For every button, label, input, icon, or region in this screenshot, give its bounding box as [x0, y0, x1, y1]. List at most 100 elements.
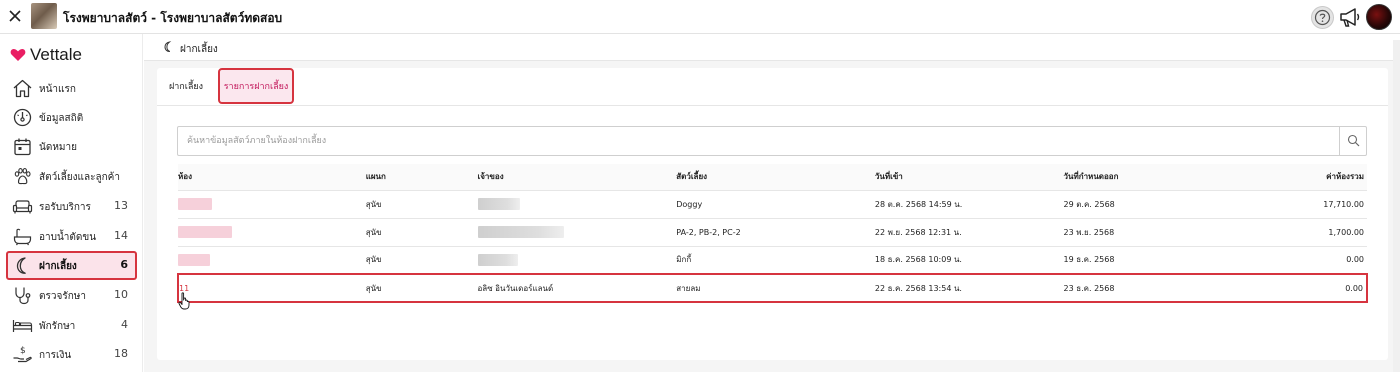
- sidebar-item-label: ตรวจรักษา: [39, 291, 86, 302]
- cell-pet: สายลม: [676, 273, 875, 303]
- column-header-room[interactable]: ห้อง: [178, 164, 366, 191]
- sidebar-item-label: การเงิน: [39, 350, 72, 361]
- sidebar-item-label: อาบน้ำตัดขน: [39, 232, 97, 243]
- column-header-pet[interactable]: สัตว์เลี้ยง: [676, 164, 875, 191]
- stethoscope-icon: [15, 287, 31, 305]
- sidebar-item-count: 4: [121, 318, 128, 331]
- sidebar-item-finance[interactable]: $ การเงิน 18: [6, 340, 137, 369]
- user-avatar[interactable]: [1366, 4, 1392, 30]
- cell-department: สุนัข: [365, 273, 478, 303]
- sidebar-item-count: 10: [114, 288, 128, 301]
- sidebar-item-pets-customers[interactable]: สัตว์เลี้ยงและลูกค้า: [6, 162, 137, 191]
- tab-divider: [157, 105, 1388, 106]
- sidebar-item-label: ฝากเลี้ยง: [39, 261, 77, 272]
- breadcrumb: ฝากเลี้ยง: [180, 44, 218, 55]
- help-circle-icon[interactable]: [1311, 6, 1334, 29]
- room-redacted[interactable]: [178, 198, 212, 210]
- sidebar-item-label: นัดหมาย: [39, 142, 77, 153]
- sidebar-item-stats[interactable]: ข้อมูลสถิติ: [6, 103, 137, 132]
- table-row[interactable]: สุนัข มิกกี้ 18 ธ.ค. 2568 10:09 น. 19 ธ.…: [178, 246, 1367, 275]
- money-hand-icon: $: [13, 346, 32, 363]
- sidebar-item-ward[interactable]: พักรักษา 4: [6, 311, 137, 340]
- search-button[interactable]: [1339, 127, 1366, 155]
- cell-checkin: 22 พ.ย. 2568 12:31 น.: [874, 218, 1064, 247]
- column-header-department[interactable]: แผนก: [365, 164, 478, 191]
- cell-owner: อลิซ อินวันเดอร์แลนด์: [477, 273, 677, 303]
- brand-name: Vettale: [30, 45, 82, 64]
- sidebar-item-treatment[interactable]: ตรวจรักษา 10: [6, 281, 137, 310]
- scrollbar[interactable]: [1393, 40, 1400, 372]
- home-icon: [13, 79, 32, 98]
- brand-logo[interactable]: Vettale: [10, 45, 82, 65]
- sidebar: Vettale หน้าแรก ข้อมูลสถิติ นัดหมาย สัตว…: [0, 34, 143, 372]
- owner-redacted: [477, 226, 564, 238]
- owner-redacted: [477, 198, 520, 210]
- sidebar-item-label: หน้าแรก: [39, 84, 76, 95]
- table-row-selected[interactable]: 11 สุนัข อลิซ อินวันเดอร์แลนด์ สายลม 22 …: [177, 273, 1368, 303]
- svg-text:$: $: [20, 346, 26, 356]
- cell-checkin: 28 ต.ค. 2568 14:59 น.: [874, 190, 1064, 219]
- cell-fee: 0.00: [1257, 273, 1368, 303]
- cell-department: สุนัข: [365, 246, 478, 275]
- moon-icon: [16, 257, 26, 274]
- hospital-title: โรงพยาบาลสัตว์ - โรงพยาบาลสัตว์ทดสอบ: [63, 11, 283, 25]
- table-row[interactable]: สุนัข Doggy 28 ต.ค. 2568 14:59 น. 29 ต.ค…: [178, 190, 1367, 219]
- owner-redacted: [477, 253, 518, 266]
- sidebar-item-home[interactable]: หน้าแรก: [6, 74, 137, 103]
- column-header-checkout[interactable]: วันที่กำหนดออก: [1063, 164, 1258, 191]
- page-header: ฝากเลี้ยง: [144, 34, 1400, 61]
- sidebar-item-label: พักรักษา: [39, 321, 76, 332]
- moon-icon: [164, 41, 172, 53]
- cell-checkout: 19 ธ.ค. 2568: [1063, 246, 1258, 275]
- room-redacted[interactable]: [178, 253, 210, 266]
- bathtub-icon: [13, 228, 32, 246]
- bed-icon: [12, 320, 33, 332]
- tab-boarding[interactable]: ฝากเลี้ยง: [165, 68, 207, 104]
- sofa-icon: [12, 200, 33, 214]
- hospital-avatar: [31, 3, 57, 29]
- cell-checkin: 22 ธ.ค. 2568 13:54 น.: [874, 273, 1064, 303]
- cell-checkout: 29 ต.ค. 2568: [1063, 190, 1258, 219]
- sidebar-item-label: สัตว์เลี้ยงและลูกค้า: [39, 172, 120, 183]
- cell-department: สุนัข: [365, 190, 478, 219]
- column-header-checkin[interactable]: วันที่เข้า: [874, 164, 1064, 191]
- table-header-row: ห้อง แผนก เจ้าของ สัตว์เลี้ยง วันที่เข้า…: [178, 164, 1367, 191]
- cell-pet: Doggy: [676, 190, 875, 219]
- sidebar-item-count: 18: [114, 347, 128, 360]
- cell-fee: 0.00: [1257, 246, 1367, 275]
- table-row[interactable]: สุนัข PA-2, PB-2, PC-2 22 พ.ย. 2568 12:3…: [178, 218, 1367, 247]
- sidebar-item-count: 6: [120, 258, 128, 271]
- cell-checkin: 18 ธ.ค. 2568 10:09 น.: [874, 246, 1064, 275]
- sidebar-item-count: 14: [114, 229, 128, 242]
- search-box: [177, 126, 1367, 156]
- main-content: ฝากเลี้ยง ฝากเลี้ยง รายการฝากเลี้ยง ห้อง…: [144, 34, 1400, 372]
- search-input[interactable]: [178, 127, 1340, 155]
- paw-icon: [14, 168, 31, 185]
- cell-checkout: 23 ธ.ค. 2568: [1063, 273, 1258, 303]
- megaphone-icon[interactable]: [1338, 6, 1362, 28]
- close-icon[interactable]: [6, 7, 24, 25]
- sidebar-item-label: ข้อมูลสถิติ: [39, 113, 84, 124]
- stats-gauge-icon: [13, 108, 32, 127]
- top-bar: โรงพยาบาลสัตว์ - โรงพยาบาลสัตว์ทดสอบ: [0, 0, 1400, 34]
- cell-fee: 17,710.00: [1257, 190, 1367, 219]
- tab-boarding-list[interactable]: รายการฝากเลี้ยง: [218, 68, 294, 104]
- sidebar-item-label: รอรับบริการ: [39, 202, 91, 213]
- column-header-fee[interactable]: ค่าห้องรวม: [1257, 164, 1367, 191]
- calendar-icon: [14, 138, 31, 156]
- boarding-table: ห้อง แผนก เจ้าของ สัตว์เลี้ยง วันที่เข้า…: [177, 164, 1368, 303]
- boarding-card: ฝากเลี้ยง รายการฝากเลี้ยง ห้อง แผนก เจ้า…: [157, 68, 1388, 360]
- sidebar-item-count: 13: [114, 199, 128, 212]
- heart-logo-icon: [10, 48, 26, 61]
- cell-fee: 1,700.00: [1257, 218, 1367, 247]
- sidebar-item-waiting[interactable]: รอรับบริการ 13: [6, 192, 137, 221]
- hand-cursor-icon: [178, 292, 190, 310]
- cell-pet: มิกกี้: [676, 246, 875, 275]
- sidebar-item-appointments[interactable]: นัดหมาย: [6, 132, 137, 161]
- search-icon: [1347, 134, 1360, 147]
- sidebar-item-boarding[interactable]: ฝากเลี้ยง 6: [6, 251, 137, 280]
- cell-checkout: 23 พ.ย. 2568: [1063, 218, 1258, 247]
- column-header-owner[interactable]: เจ้าของ: [477, 164, 677, 191]
- sidebar-item-grooming[interactable]: อาบน้ำตัดขน 14: [6, 222, 137, 251]
- room-redacted[interactable]: [178, 226, 232, 238]
